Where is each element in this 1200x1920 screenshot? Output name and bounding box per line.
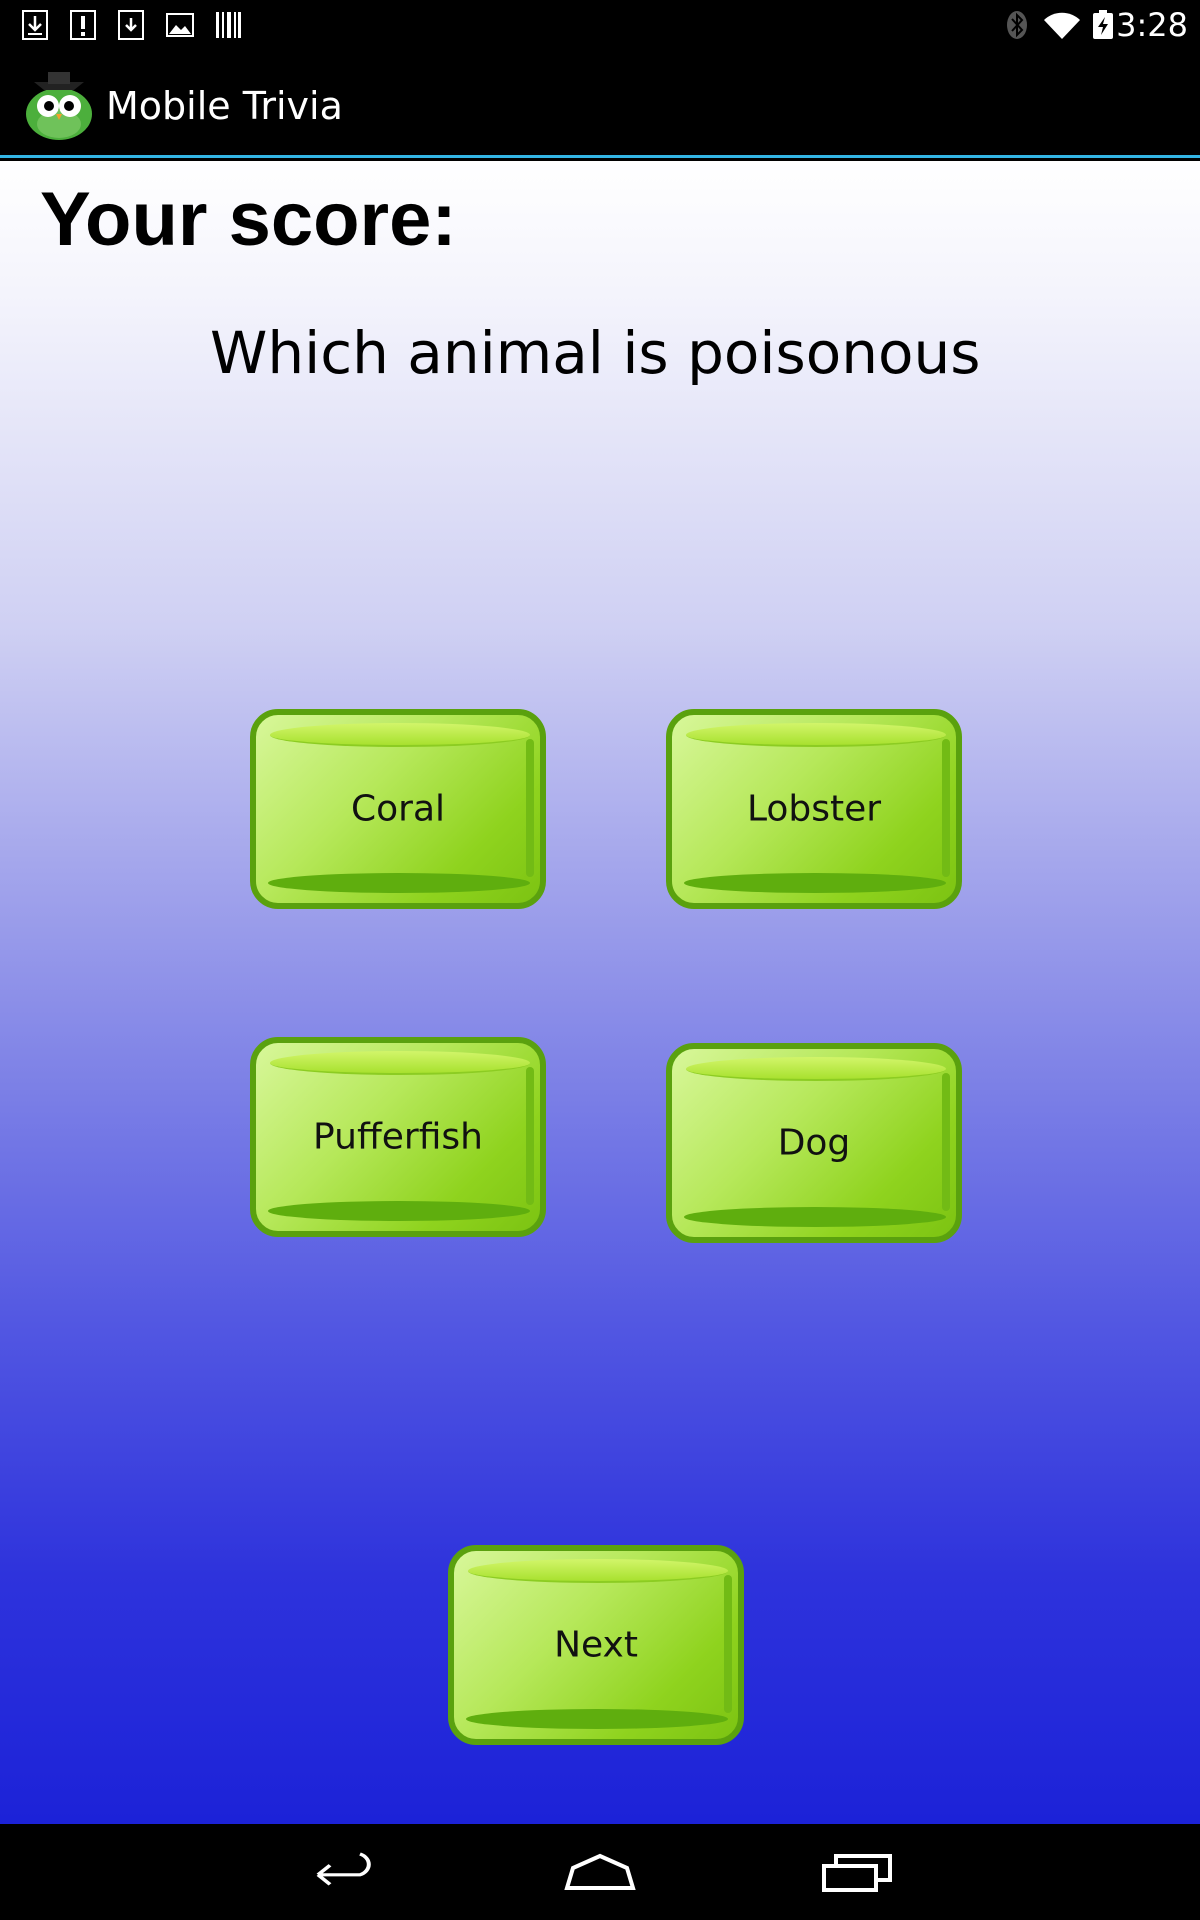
- button-shadow: [268, 1201, 530, 1221]
- button-shadow: [684, 1207, 946, 1227]
- bluetooth-icon: [1007, 11, 1027, 39]
- next-label: Next: [554, 1624, 638, 1666]
- action-bar: Mobile Trivia: [0, 50, 1200, 158]
- answer-button-coral[interactable]: Coral: [250, 709, 546, 909]
- answer-label: Dog: [777, 1122, 851, 1164]
- wifi-icon: [1044, 12, 1080, 39]
- button-highlight: [270, 1051, 530, 1075]
- button-highlight: [686, 723, 946, 747]
- answer-button-lobster[interactable]: Lobster: [666, 709, 962, 909]
- answer-button-pufferfish[interactable]: Pufferfish: [250, 1037, 546, 1237]
- button-shadow: [684, 873, 946, 893]
- back-icon[interactable]: [298, 1846, 388, 1898]
- recents-icon[interactable]: [812, 1846, 902, 1898]
- barcode-icon: [216, 12, 241, 38]
- owl-icon[interactable]: [22, 68, 96, 142]
- button-shadow: [466, 1709, 728, 1729]
- quiz-content: Your score: Which animal is poisonous Co…: [0, 161, 1200, 1824]
- download-icon: [118, 10, 144, 40]
- image-icon: [166, 13, 194, 37]
- navigation-bar: [0, 1824, 1200, 1920]
- battery-charging-icon: [1093, 10, 1113, 39]
- button-highlight: [468, 1559, 728, 1583]
- app-title: Mobile Trivia: [106, 84, 343, 128]
- button-highlight: [686, 1057, 946, 1081]
- question-text: Which animal is poisonous: [210, 319, 981, 387]
- button-shadow: [268, 873, 530, 893]
- score-label: Your score:: [40, 177, 457, 262]
- alert-icon: [70, 10, 96, 40]
- next-button[interactable]: Next: [448, 1545, 744, 1745]
- answer-label: Lobster: [746, 788, 882, 830]
- home-icon[interactable]: [555, 1846, 645, 1898]
- clock: 3:28: [1116, 6, 1188, 44]
- download-icon: [22, 10, 48, 40]
- status-bar: 3:28: [0, 0, 1200, 50]
- action-bar-divider: [0, 155, 1200, 158]
- answer-button-dog[interactable]: Dog: [666, 1043, 962, 1243]
- answer-label: Coral: [350, 788, 446, 830]
- answer-label: Pufferfish: [313, 1116, 483, 1158]
- button-highlight: [270, 723, 530, 747]
